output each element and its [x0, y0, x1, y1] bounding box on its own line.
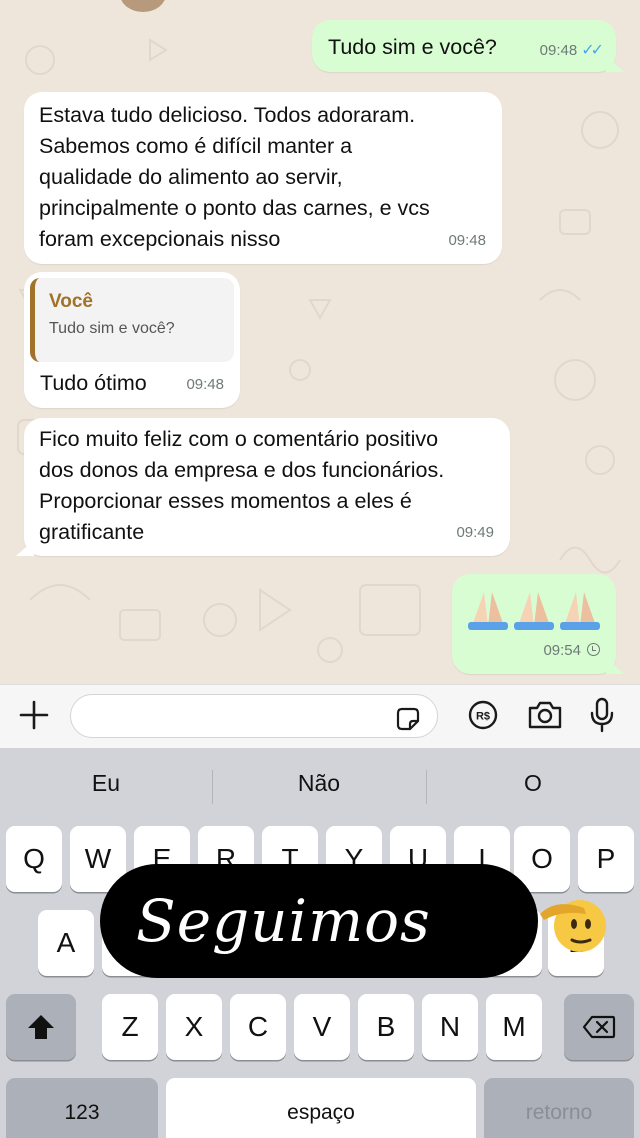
key-v[interactable]: V	[294, 994, 350, 1060]
quoted-author: Você	[49, 291, 94, 312]
message-time-row: 09:54	[543, 635, 600, 666]
sticker-icon[interactable]	[394, 705, 422, 733]
quoted-message[interactable]: Você Tudo sim e você?	[30, 278, 234, 362]
mic-icon[interactable]	[588, 697, 616, 733]
suggestion-1[interactable]: Eu	[0, 770, 212, 797]
message-time: 09:48	[186, 376, 224, 393]
numbers-key[interactable]: 123	[6, 1078, 158, 1138]
svg-text:R$: R$	[476, 711, 490, 723]
return-key[interactable]: retorno	[484, 1078, 634, 1138]
key-p[interactable]: P	[578, 826, 634, 892]
message-time-row: 09:48 ✓✓	[539, 35, 604, 66]
message-text: Fico muito feliz com o comentário positi…	[39, 427, 445, 544]
camera-icon[interactable]	[526, 699, 564, 731]
text-sticker-overlay: Seguimos	[100, 864, 606, 978]
pending-clock-icon	[587, 643, 600, 656]
suggestion-2[interactable]: Não	[213, 770, 425, 797]
message-time: 09:48	[448, 232, 486, 249]
pay-icon[interactable]: R$	[467, 699, 499, 731]
overlay-text: Seguimos	[136, 887, 431, 955]
message-incoming[interactable]: Fico muito feliz com o comentário positi…	[16, 418, 510, 556]
message-text: Tudo ótimo	[40, 371, 147, 395]
key-b[interactable]: B	[358, 994, 414, 1060]
message-text: Tudo sim e você?	[328, 35, 497, 59]
message-time: 09:49	[456, 524, 494, 541]
message-time: 09:48	[539, 42, 578, 59]
message-composer: R$	[0, 684, 640, 748]
plus-icon[interactable]	[18, 699, 50, 731]
shift-key[interactable]	[6, 994, 76, 1060]
key-a[interactable]: A	[38, 910, 94, 976]
shift-icon	[28, 1015, 54, 1039]
backspace-icon	[582, 1015, 616, 1039]
message-time: 09:54	[543, 642, 581, 659]
key-c[interactable]: C	[230, 994, 286, 1060]
chat-area[interactable]: Tudo sim e você? 09:48 ✓✓ Estava tudo del…	[0, 0, 640, 684]
key-q[interactable]: Q	[6, 826, 62, 892]
key-n[interactable]: N	[422, 994, 478, 1060]
message-incoming[interactable]: Estava tudo delicioso. Todos adoraram. S…	[24, 92, 502, 264]
message-outgoing-emoji[interactable]: 09:54	[452, 574, 624, 674]
praying-hands-emoji	[468, 592, 600, 630]
backspace-key[interactable]	[564, 994, 634, 1060]
message-text: Estava tudo delicioso. Todos adoraram. S…	[39, 103, 430, 251]
saluting-face-icon	[540, 900, 606, 952]
key-m[interactable]: M	[486, 994, 542, 1060]
read-ticks-icon: ✓✓	[581, 42, 604, 59]
message-input[interactable]	[70, 694, 438, 738]
quoted-text: Tudo sim e você?	[49, 320, 175, 337]
suggestion-3[interactable]: O	[427, 770, 639, 797]
message-incoming-reply[interactable]: Você Tudo sim e você? Tudo ótimo 09:48	[24, 272, 240, 408]
space-key[interactable]: espaço	[166, 1078, 476, 1138]
key-z[interactable]: Z	[102, 994, 158, 1060]
key-x[interactable]: X	[166, 994, 222, 1060]
message-outgoing[interactable]: Tudo sim e você? 09:48 ✓✓	[312, 20, 624, 72]
